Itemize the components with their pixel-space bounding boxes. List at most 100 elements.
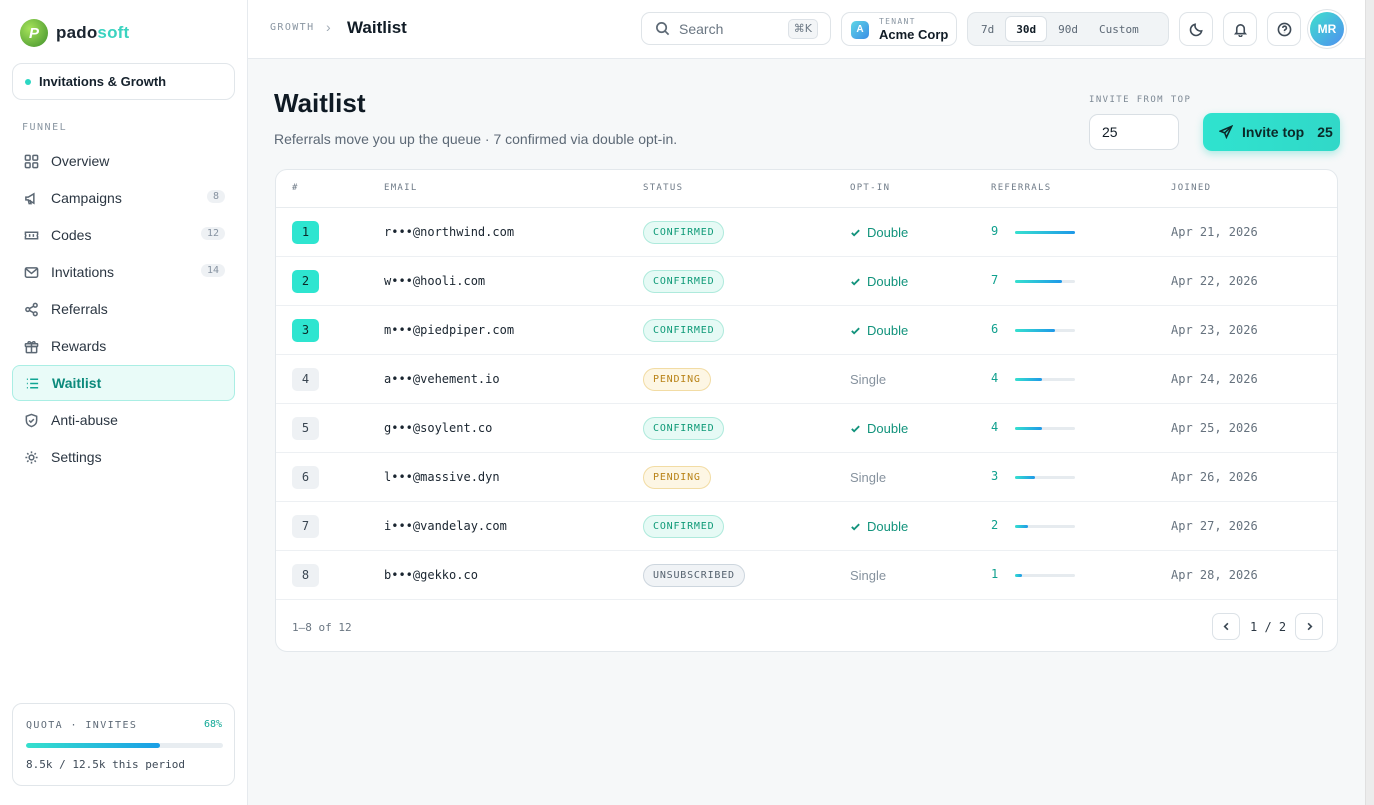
brand-name: padosoft [56,23,129,43]
megaphone-icon [25,192,35,204]
status-badge: PENDING [643,368,711,391]
sidebar-item-codes[interactable]: Codes 12 [12,217,235,253]
waitlist-table-card: # EMAIL STATUS OPT-IN REFERRALS JOINED 1… [275,169,1338,652]
workspace-switcher[interactable]: Invitations & Growth [12,63,235,100]
page-title: Waitlist [274,88,366,118]
check-icon [851,523,860,531]
table-row[interactable]: 5 g•••@soylent.co CONFIRMED Double 4 Apr 25, … [276,404,1337,453]
optin-label: Double [867,323,909,338]
previous-page-button[interactable] [1212,613,1240,640]
brand-logo-icon: P [20,19,48,47]
optin-cell: Double [850,421,908,436]
quota-percent: 68% [203,719,222,730]
sidebar-item-referrals[interactable]: Referrals [12,291,235,327]
search-input[interactable] [679,20,779,37]
table-row[interactable]: 6 l•••@massive.dyn PENDING Single 3 Apr 26, 2… [276,453,1337,502]
referral-count: 4 [991,371,999,385]
table-row[interactable]: 1 r•••@northwind.com CONFIRMED Double 9 Apr 2… [276,208,1337,257]
range-7d-button[interactable]: 7d [971,16,1004,42]
brand-name-part1: pado [56,23,98,42]
referral-bar-fill [1015,329,1055,332]
rank-badge: 8 [292,564,319,587]
search-shortcut-hint: ⌘K [787,19,818,39]
brand[interactable]: P padosoft [20,18,129,48]
sidebar-item-label: Invitations [51,264,115,280]
notifications-button[interactable] [1223,12,1257,46]
ticket-icon [24,230,39,240]
breadcrumb-parent[interactable]: GROWTH [270,22,315,33]
user-avatar[interactable]: MR [1310,12,1344,46]
table-row[interactable]: 3 m•••@piedpiper.com CONFIRMED Double 6 Apr 2… [276,306,1337,355]
page-subtitle: Referrals move you up the queue · 7 conf… [274,131,678,147]
range-90d-button[interactable]: 90d [1048,16,1088,42]
sidebar-item-invitations[interactable]: Invitations 14 [12,254,235,290]
table-row[interactable]: 8 b•••@gekko.co UNSUBSCRIBED Single 1 Apr 28,… [276,551,1337,600]
referral-bar-fill [1015,476,1035,479]
tenant-avatar: A [851,21,869,39]
referral-count: 9 [991,224,999,238]
invite-top-button[interactable]: Invite top 25 [1203,113,1340,151]
quota-usage-text: 8.5k / 12.5k this period [26,758,185,771]
status-badge: CONFIRMED [643,515,725,538]
optin-cell: Single [850,470,886,485]
email-cell: i•••@vandelay.com [384,519,507,533]
optin-label: Double [867,225,909,240]
email-cell: r•••@northwind.com [384,225,515,239]
joined-date: Apr 28, 2026 [1171,568,1258,582]
referral-bar-fill [1015,427,1042,430]
column-header-referrals[interactable]: REFERRALS [991,183,1051,193]
gear-icon [25,450,38,464]
referral-bar-fill [1015,525,1029,528]
status-dot-icon [25,78,31,85]
sidebar-item-campaigns[interactable]: Campaigns 8 [12,180,235,216]
check-icon [851,278,860,286]
referral-count: 1 [991,567,999,581]
range-30d-button[interactable]: 30d [1005,16,1048,42]
email-cell: g•••@soylent.co [384,421,493,435]
sidebar-item-rewards[interactable]: Rewards [12,328,235,364]
joined-date: Apr 25, 2026 [1171,421,1258,435]
search-icon [656,22,670,36]
next-page-button[interactable] [1295,613,1323,640]
table-row[interactable]: 7 i•••@vandelay.com CONFIRMED Double 2 Apr 27… [276,502,1337,551]
joined-date: Apr 21, 2026 [1171,225,1258,239]
column-header-rank[interactable]: # [292,183,299,193]
search-box[interactable]: ⌘K [641,12,831,45]
optin-cell: Single [850,568,886,583]
sidebar-item-settings[interactable]: Settings [12,439,235,475]
status-badge: CONFIRMED [643,221,725,244]
referral-count: 6 [991,322,999,336]
help-button[interactable] [1267,12,1301,46]
column-header-email[interactable]: EMAIL [384,183,418,193]
referral-count: 2 [991,518,999,532]
range-custom-button[interactable]: Custom [1089,16,1149,42]
email-cell: w•••@hooli.com [384,274,486,288]
status-badge: CONFIRMED [643,319,725,342]
nav-count-badge: 14 [200,264,225,277]
invite-count-input[interactable] [1089,114,1179,150]
optin-label: Double [867,274,909,289]
sidebar-item-waitlist[interactable]: Waitlist [12,365,235,401]
column-header-joined[interactable]: JOINED [1171,183,1211,193]
sidebar-item-label: Rewards [51,338,107,354]
status-badge: CONFIRMED [643,270,725,293]
rank-badge: 5 [292,417,319,440]
help-icon [1277,22,1291,36]
optin-label: Single [850,470,887,485]
table-row[interactable]: 2 w•••@hooli.com CONFIRMED Double 7 Apr 22, 2… [276,257,1337,306]
table-row[interactable]: 4 a•••@vehement.io PENDING Single 4 Apr 24, 2… [276,355,1337,404]
theme-toggle-button[interactable] [1179,12,1213,46]
joined-date: Apr 26, 2026 [1171,470,1258,484]
sidebar-item-overview[interactable]: Overview [12,143,235,179]
referral-count: 3 [991,469,999,483]
chevron-right-icon [1307,622,1313,631]
scrollbar[interactable] [1365,0,1374,805]
referral-bar [1015,378,1075,381]
date-range-selector: 7d 30d 90d Custom [967,12,1169,46]
rank-badge: 4 [292,368,319,391]
column-header-status[interactable]: STATUS [643,183,683,193]
column-header-optin[interactable]: OPT-IN [850,183,890,193]
referral-bar-fill [1015,231,1075,234]
sidebar-item-anti-abuse[interactable]: Anti-abuse [12,402,235,438]
tenant-switcher[interactable]: A TENANT Acme Corp [841,12,957,46]
